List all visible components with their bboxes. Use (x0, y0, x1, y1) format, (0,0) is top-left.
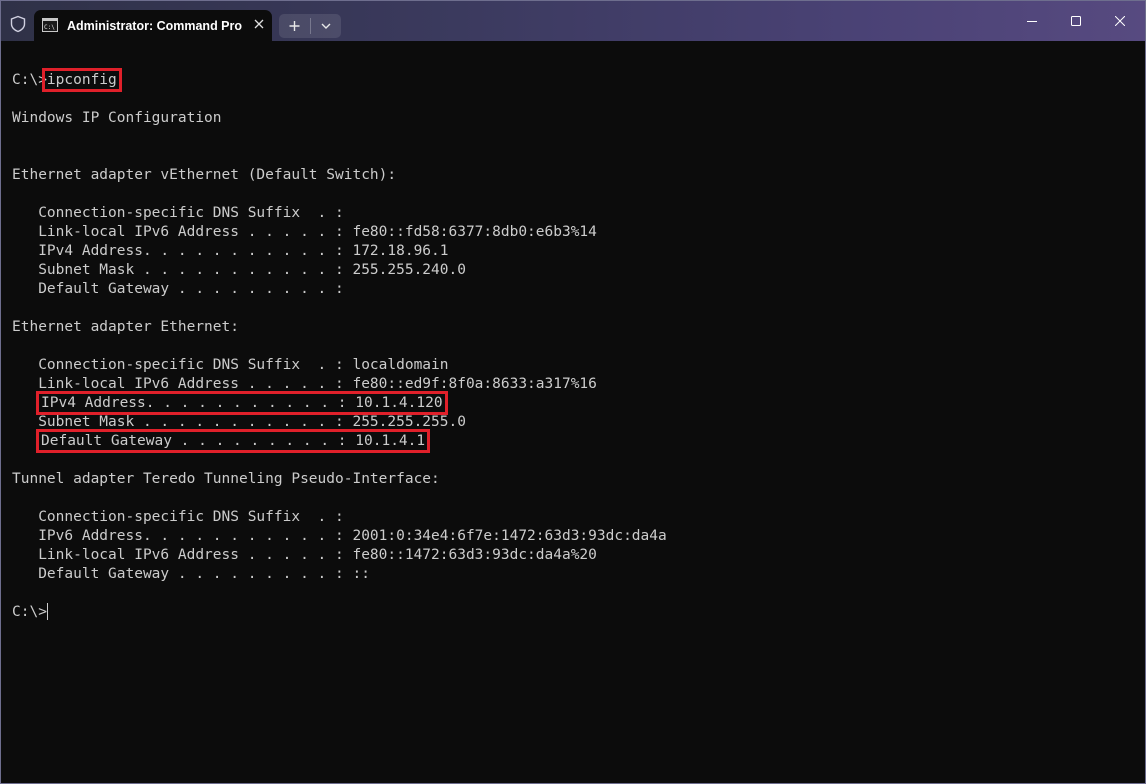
output-header: Windows IP Configuration (12, 110, 222, 126)
terminal-window: C:\ Administrator: Command Pro C:\>ipcon… (0, 0, 1146, 784)
prompt: C:\> (12, 72, 47, 88)
close-tab-icon[interactable] (252, 17, 266, 31)
close-icon (1115, 16, 1125, 26)
tab-dropdown-button[interactable] (311, 14, 341, 38)
highlighted-ipv4-address: IPv4 Address. . . . . . . . . . . : 10.1… (36, 391, 448, 415)
prompt-line[interactable]: C:\> (12, 603, 667, 622)
tab-title: Administrator: Command Pro (67, 19, 243, 33)
prompt: C:\> (12, 604, 47, 620)
maximize-button[interactable] (1053, 1, 1099, 41)
highlighted-default-gateway: Default Gateway . . . . . . . . . : 10.1… (35, 429, 431, 453)
minimize-button[interactable] (1009, 1, 1055, 41)
ipv4-row: IPv4 Address. . . . . . . . . . . : 10.1… (12, 391, 667, 415)
output-line: IPv4 Address. . . . . . . . . . . : 172.… (12, 243, 449, 259)
output-line: Default Gateway . . . . . . . . . : :: (12, 566, 370, 582)
output-line: Link-local IPv6 Address . . . . . : fe80… (12, 547, 597, 563)
output-line: IPv6 Address. . . . . . . . . . . : 2001… (12, 528, 667, 544)
highlighted-command: ipconfig (41, 68, 122, 92)
output-line: Subnet Mask . . . . . . . . . . . : 255.… (12, 262, 466, 278)
minimize-icon (1027, 21, 1037, 22)
adapter-title: Ethernet adapter Ethernet: (12, 319, 239, 335)
output-line: Connection-specific DNS Suffix . : local… (12, 357, 449, 373)
output-line: Connection-specific DNS Suffix . : (12, 205, 344, 221)
tab-administrator-command-prompt[interactable]: C:\ Administrator: Command Pro (34, 10, 272, 41)
output-line: Default Gateway . . . . . . . . . : (12, 281, 344, 297)
gateway-row: Default Gateway . . . . . . . . . : 10.1… (12, 429, 667, 453)
title-bar[interactable]: C:\ Administrator: Command Pro (1, 1, 1145, 41)
adapter-title: Ethernet adapter vEthernet (Default Swit… (12, 167, 397, 183)
maximize-icon (1071, 16, 1081, 26)
new-tab-button[interactable] (279, 14, 310, 38)
output-line: Link-local IPv6 Address . . . . . : fe80… (12, 376, 597, 392)
output-line: Link-local IPv6 Address . . . . . : fe80… (12, 224, 597, 240)
adapter-title: Tunnel adapter Teredo Tunneling Pseudo-I… (12, 471, 440, 487)
output-line: Connection-specific DNS Suffix . : (12, 509, 344, 525)
console-output[interactable]: C:\>ipconfig Windows IP Configuration Et… (12, 68, 667, 622)
shield-icon (10, 15, 26, 33)
chevron-down-icon (321, 23, 331, 29)
plus-icon (289, 21, 300, 31)
output-line: Subnet Mask . . . . . . . . . . . : 255.… (12, 414, 466, 430)
text-cursor (46, 603, 48, 620)
command-line: C:\>ipconfig (12, 68, 667, 92)
close-button[interactable] (1097, 1, 1143, 41)
new-tab-group (279, 14, 341, 38)
svg-text:C:\: C:\ (44, 24, 55, 31)
cmd-icon: C:\ (42, 18, 58, 32)
